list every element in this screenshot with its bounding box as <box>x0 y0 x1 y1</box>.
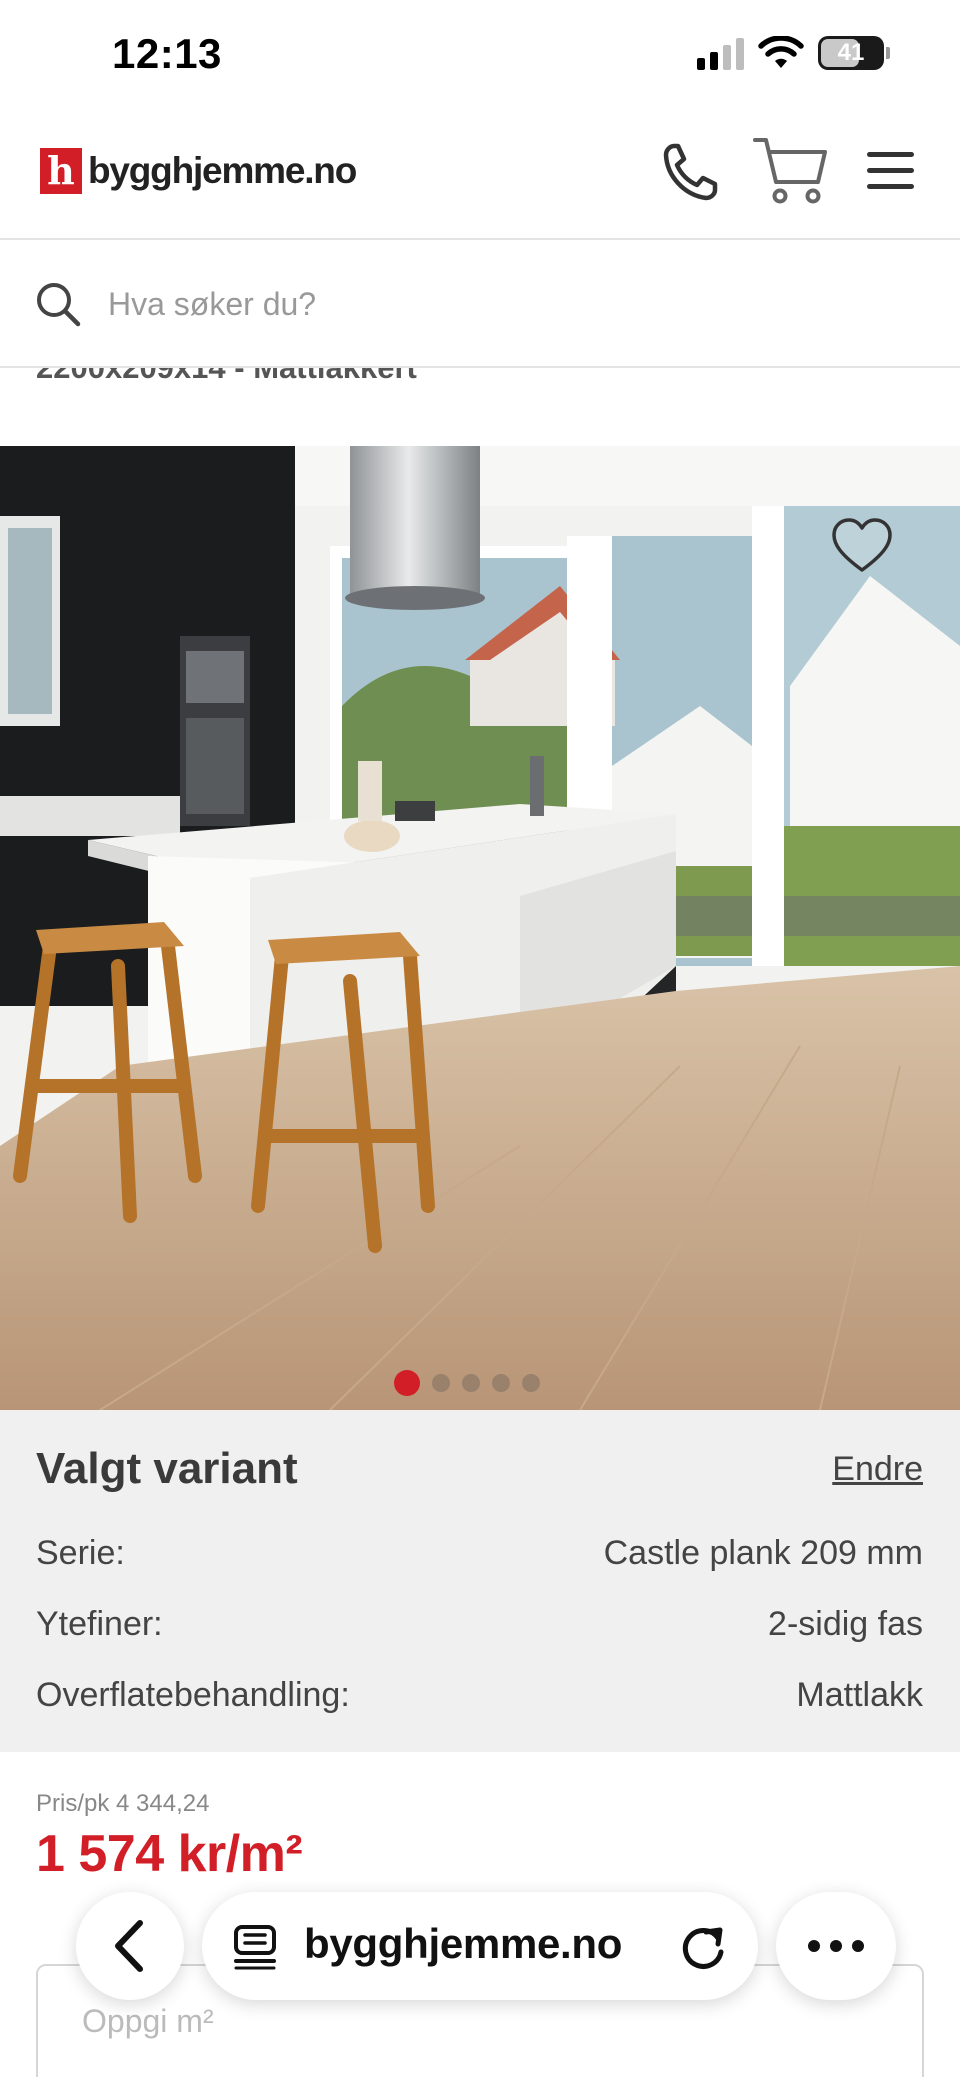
logo-text: bygghjemme.no <box>88 150 357 191</box>
selected-variant-panel: Valgt variant Endre Serie: Castle plank … <box>0 1410 960 1752</box>
wifi-icon <box>758 36 804 68</box>
search-input[interactable] <box>108 276 888 332</box>
site-logo[interactable]: h bygghjemme.no <box>40 148 357 194</box>
cart-icon[interactable] <box>752 132 828 208</box>
variant-label: Ytefiner: <box>36 1605 163 1643</box>
variant-value: Mattlakk <box>796 1676 923 1714</box>
carousel-dot[interactable] <box>462 1374 480 1392</box>
status-time: 12:13 <box>112 30 222 77</box>
kitchen-photo <box>0 446 960 1410</box>
menu-icon[interactable] <box>866 150 916 192</box>
carousel-dot[interactable] <box>492 1374 510 1392</box>
phone-icon[interactable] <box>660 140 720 204</box>
product-title: 2200x209x14 - Mattlakkert <box>36 368 417 386</box>
battery-icon: 41 <box>818 36 890 70</box>
product-title-area: 2200x209x14 - Mattlakkert <box>0 368 960 448</box>
variant-title: Valgt variant <box>36 1444 298 1493</box>
search-icon[interactable] <box>34 280 82 328</box>
reload-icon[interactable] <box>680 1922 728 1972</box>
variant-row-surface: Overflatebehandling: Mattlakk <box>36 1676 923 1715</box>
carousel-dot[interactable] <box>394 1370 420 1396</box>
carousel-dot[interactable] <box>432 1374 450 1392</box>
area-input[interactable] <box>82 1996 682 2046</box>
search-bar <box>0 240 960 368</box>
variant-label: Overflatebehandling: <box>36 1676 350 1714</box>
browser-url[interactable]: bygghjemme.no <box>304 1920 622 1968</box>
status-bar: 12:13 41 <box>0 0 960 110</box>
tabs-icon[interactable] <box>232 1924 278 1970</box>
image-carousel-dots <box>394 1370 540 1396</box>
variant-value: Castle plank 209 mm <box>603 1534 923 1572</box>
back-icon <box>115 1920 143 1972</box>
favorite-heart-icon[interactable] <box>830 516 894 576</box>
more-icon <box>808 1940 864 1952</box>
site-header: h bygghjemme.no <box>0 110 960 240</box>
cellular-signal-icon <box>697 36 744 70</box>
variant-value: 2-sidig fas <box>768 1605 923 1643</box>
product-image[interactable] <box>0 446 960 1410</box>
browser-back-button[interactable] <box>76 1892 184 2000</box>
battery-level: 41 <box>837 39 865 66</box>
variant-label: Serie: <box>36 1534 125 1572</box>
carousel-dot[interactable] <box>522 1374 540 1392</box>
edit-variant-link[interactable]: Endre <box>832 1450 923 1489</box>
package-price: Pris/pk 4 344,24 <box>36 1790 210 1817</box>
variant-row-series: Serie: Castle plank 209 mm <box>36 1534 923 1573</box>
variant-row-veneer: Ytefiner: 2-sidig fas <box>36 1605 923 1644</box>
price-per-m2: 1 574 kr/m² <box>36 1825 303 1883</box>
logo-mark: h <box>40 148 82 194</box>
status-icons: 41 <box>697 36 890 70</box>
browser-more-button[interactable] <box>776 1892 896 2000</box>
browser-address-bar[interactable]: bygghjemme.no <box>202 1892 758 2000</box>
